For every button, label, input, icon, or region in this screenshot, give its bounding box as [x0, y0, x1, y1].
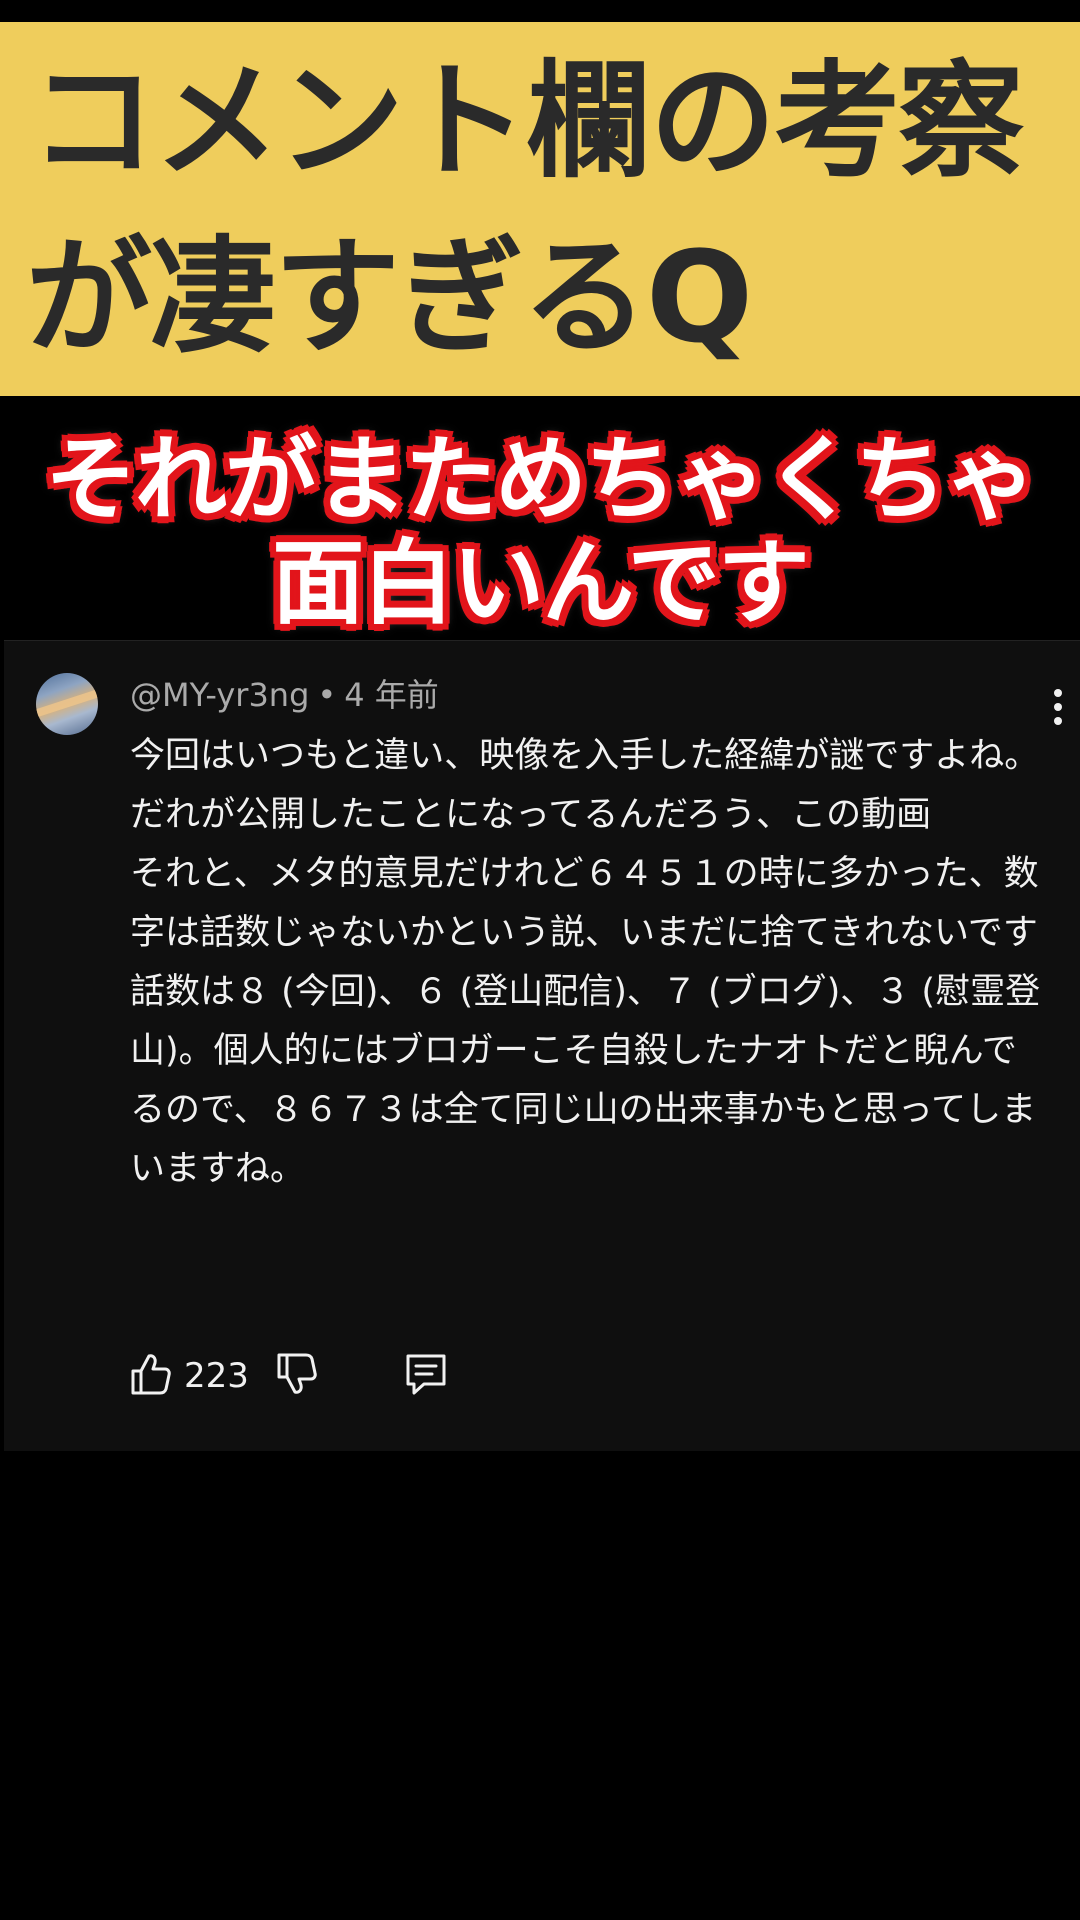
thumbs-up-icon — [130, 1352, 172, 1400]
comment-time: 4 年前 — [344, 676, 439, 714]
thumbs-down-icon — [276, 1352, 318, 1400]
video-caption: それがまためちゃくちゃ 面白いんです — [0, 428, 1080, 636]
comment-author[interactable]: @MY-yr3ng — [130, 676, 309, 714]
comment-paragraph: それと、メタ的意見だけれど６４５１の時に多かった、数字は話数じゃないかという説、… — [130, 854, 1039, 953]
title-line-2: が凄すぎるQ — [26, 224, 753, 371]
comment-card: @MY-yr3ng • 4 年前 今回はいつもと違い、映像を入手した経緯が謎ですよね… — [4, 640, 1080, 1451]
reply-comment-icon — [404, 1352, 448, 1400]
comment-body: 今回はいつもと違い、映像を入手した経緯が謎ですよね。だれが公開したことになってる… — [130, 727, 1050, 1199]
comment-paragraph: 話数は８ (今回)、６ (登山配信)、７ (ブログ)、３ (慰霊登山)。個人的に… — [130, 972, 1041, 1189]
avatar[interactable] — [36, 673, 98, 735]
title-banner: コメント欄の考察 が凄すぎるQ — [0, 22, 1080, 396]
more-vertical-icon[interactable] — [1050, 687, 1066, 727]
title-line-1: コメント欄の考察 — [30, 48, 1024, 195]
like-button[interactable]: 223 — [130, 1351, 249, 1401]
caption-line-1: それがまためちゃくちゃ — [44, 426, 1037, 533]
like-count: 223 — [184, 1356, 249, 1396]
comment-actions: 223 — [130, 1351, 730, 1401]
reply-button[interactable] — [404, 1351, 448, 1401]
meta-separator: • — [317, 676, 337, 714]
dislike-button[interactable] — [276, 1351, 318, 1401]
comment-paragraph: 今回はいつもと違い、映像を入手した経緯が謎ですよね。だれが公開したことになってる… — [130, 736, 1040, 835]
caption-line-2: 面白いんです — [272, 530, 809, 637]
comment-meta: @MY-yr3ng • 4 年前 — [130, 673, 439, 717]
